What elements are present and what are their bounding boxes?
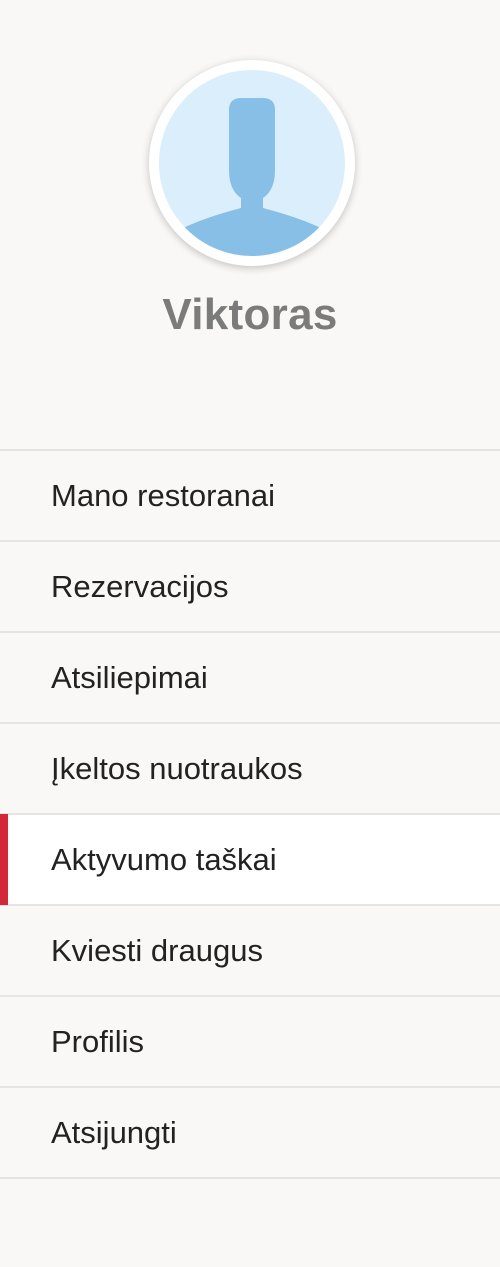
menu-item-label: Atsijungti — [51, 1114, 177, 1150]
menu-item-activity-points[interactable]: Aktyvumo taškai — [0, 814, 500, 906]
menu-item-invite-friends[interactable]: Kviesti draugus — [0, 906, 500, 997]
menu-item-uploaded-photos[interactable]: Įkeltos nuotraukos — [0, 724, 500, 815]
menu-item-label: Mano restoranai — [51, 477, 276, 513]
user-silhouette-icon — [159, 70, 345, 256]
menu-item-label: Profilis — [51, 1023, 145, 1059]
profile-header: Viktoras — [0, 0, 500, 450]
menu-item-label: Atsiliepimai — [51, 659, 208, 695]
profile-name: Viktoras — [162, 290, 338, 339]
menu-item-label: Įkeltos nuotraukos — [51, 750, 303, 786]
account-menu: Mano restoranai Rezervacijos Atsiliepima… — [0, 449, 500, 1179]
menu-item-label: Kviesti draugus — [51, 932, 263, 968]
menu-item-label: Rezervacijos — [51, 568, 229, 604]
avatar[interactable] — [149, 60, 355, 266]
menu-item-label: Aktyvumo taškai — [51, 841, 277, 877]
menu-item-reviews[interactable]: Atsiliepimai — [0, 633, 500, 724]
menu-item-my-restaurants[interactable]: Mano restoranai — [0, 451, 500, 542]
menu-item-logout[interactable]: Atsijungti — [0, 1088, 500, 1179]
menu-item-reservations[interactable]: Rezervacijos — [0, 542, 500, 633]
menu-item-profile[interactable]: Profilis — [0, 997, 500, 1088]
